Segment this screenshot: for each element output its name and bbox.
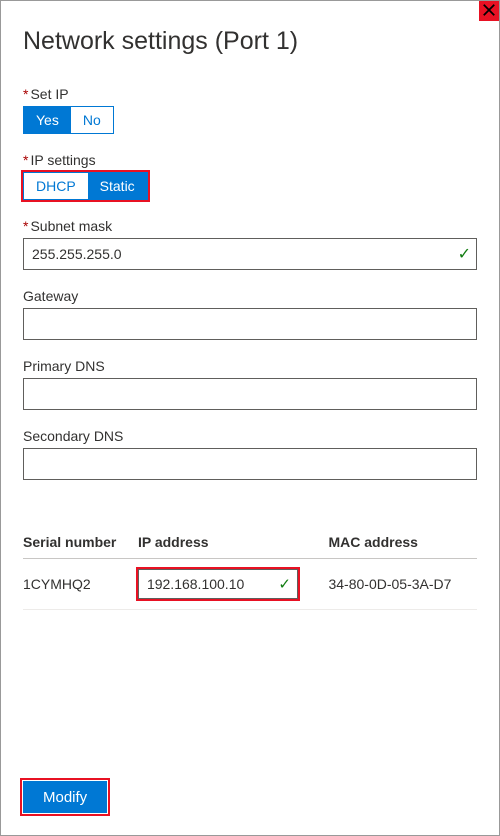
cell-mac-address: 34-80-0D-05-3A-D7 bbox=[328, 559, 477, 610]
set-ip-label: *Set IP bbox=[23, 86, 477, 102]
checkmark-icon: ✓ bbox=[278, 575, 291, 593]
col-mac-address: MAC address bbox=[328, 528, 477, 559]
cell-ip-address: 192.168.100.10 ✓ bbox=[138, 559, 329, 610]
ip-settings-static-button[interactable]: Static bbox=[88, 173, 147, 199]
secondary-dns-label: Secondary DNS bbox=[23, 428, 477, 444]
ip-address-value: 192.168.100.10 bbox=[147, 576, 244, 592]
required-marker: * bbox=[23, 86, 28, 102]
required-marker: * bbox=[23, 218, 28, 234]
close-icon bbox=[482, 3, 496, 20]
primary-dns-field bbox=[23, 378, 477, 410]
close-button[interactable] bbox=[479, 1, 499, 21]
ip-settings-dhcp-button[interactable]: DHCP bbox=[24, 173, 88, 199]
subnet-mask-field: ✓ bbox=[23, 238, 477, 270]
gateway-label: Gateway bbox=[23, 288, 477, 304]
ip-settings-toggle: DHCP Static bbox=[23, 172, 148, 200]
col-serial-number: Serial number bbox=[23, 528, 138, 559]
required-marker: * bbox=[23, 152, 28, 168]
secondary-dns-input[interactable] bbox=[23, 448, 477, 480]
node-table: Serial number IP address MAC address 1CY… bbox=[23, 528, 477, 610]
table-header-row: Serial number IP address MAC address bbox=[23, 528, 477, 559]
modify-button[interactable]: Modify bbox=[23, 781, 107, 813]
table-row: 1CYMHQ2 192.168.100.10 ✓ 34-80-0D-05-3A-… bbox=[23, 559, 477, 610]
footer: Modify bbox=[23, 781, 107, 813]
gateway-input[interactable] bbox=[23, 308, 477, 340]
ip-address-input-wrap[interactable]: 192.168.100.10 ✓ bbox=[138, 569, 298, 599]
secondary-dns-field bbox=[23, 448, 477, 480]
col-ip-address: IP address bbox=[138, 528, 329, 559]
subnet-mask-label: *Subnet mask bbox=[23, 218, 477, 234]
network-settings-panel: Network settings (Port 1) *Set IP Yes No… bbox=[0, 0, 500, 836]
gateway-field bbox=[23, 308, 477, 340]
set-ip-no-button[interactable]: No bbox=[71, 107, 113, 133]
primary-dns-label: Primary DNS bbox=[23, 358, 477, 374]
ip-settings-label: *IP settings bbox=[23, 152, 477, 168]
cell-serial-number: 1CYMHQ2 bbox=[23, 559, 138, 610]
set-ip-toggle: Yes No bbox=[23, 106, 114, 134]
page-title: Network settings (Port 1) bbox=[23, 27, 477, 56]
subnet-mask-input[interactable] bbox=[23, 238, 477, 270]
checkmark-icon: ✓ bbox=[458, 244, 471, 264]
set-ip-yes-button[interactable]: Yes bbox=[24, 107, 71, 133]
primary-dns-input[interactable] bbox=[23, 378, 477, 410]
